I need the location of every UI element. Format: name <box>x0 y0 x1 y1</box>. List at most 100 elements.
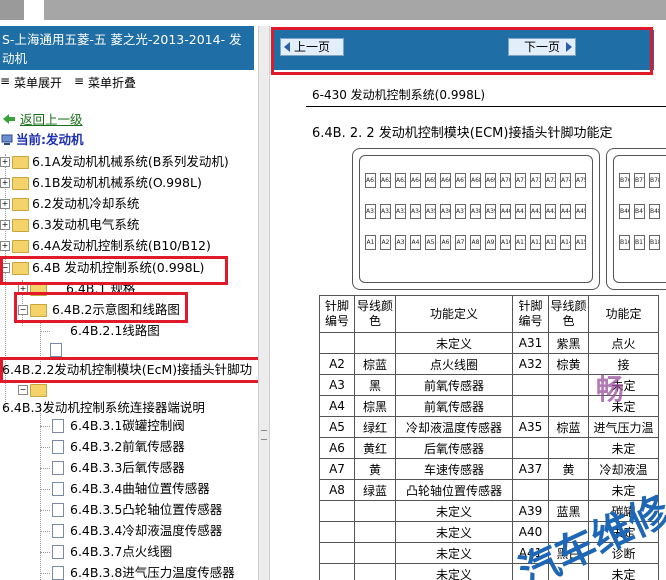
connector-pin: A11 <box>515 235 526 250</box>
table-cell: A7 <box>319 458 355 480</box>
back-link[interactable]: 返回上一级 <box>20 110 83 130</box>
table-cell: A39 <box>512 500 549 522</box>
menu-expand-button[interactable]: 菜单展开 <box>14 74 62 91</box>
expand-plus-icon[interactable]: + <box>0 241 10 251</box>
tree-item[interactable]: 6.4B.3发动机控制系统连接器端说明 <box>0 398 258 418</box>
tree-item[interactable]: + 6.3发动机电气系统 <box>0 215 258 235</box>
folder-icon <box>12 177 29 190</box>
connector-pin: A40 <box>500 204 511 219</box>
tree-item[interactable]: + 6.1A发动机机械系统(B系列发动机) <box>0 152 258 172</box>
table-cell: 黄 <box>548 458 589 480</box>
tree-item-label[interactable]: 6.4A发动机控制系统(B10/B12) <box>32 236 211 256</box>
table-cell: 棕蓝 <box>548 416 589 438</box>
table-cell: 冷却液温度传感器 <box>395 416 513 438</box>
connector-pin: B77 <box>634 173 645 188</box>
tree-item[interactable]: 6.4B.3.4冷却液温度传感器 <box>0 521 258 541</box>
document-icon <box>52 440 64 454</box>
navigation-pane: S-上海通用五菱-五 菱之光-2013-2014- 发动机 ≡ 菜单展开 ≡ 菜… <box>0 26 258 580</box>
connector-pin: A12 <box>530 235 541 250</box>
connector-pin: A45 <box>575 204 586 219</box>
expand-plus-icon[interactable]: + <box>0 220 10 230</box>
tree-item-label[interactable]: 6.3发动机电气系统 <box>32 215 139 235</box>
watermark-text: 畅 <box>596 373 625 406</box>
tree-item-label[interactable]: 6.2发动机冷却系统 <box>32 194 139 214</box>
connector-pin: A2 <box>380 235 391 250</box>
table-cell: 后氧传感器 <box>395 437 513 459</box>
connector-pin: A73 <box>545 173 556 188</box>
table-cell: A8 <box>319 479 355 501</box>
tree-item-label[interactable]: 6.1B发动机机械系统(O.998L) <box>32 173 202 193</box>
table-cell: 黄 <box>354 458 396 480</box>
connector-pin: A5 <box>425 235 436 250</box>
pane-splitter[interactable] <box>258 26 270 580</box>
folder-icon <box>12 198 29 211</box>
tree-item-label[interactable]: 6.4B.2.1线路图 <box>70 321 160 341</box>
connector-pin: A74 <box>560 173 571 188</box>
tree-item[interactable]: − <box>0 380 258 400</box>
table-header-row: 针脚编号 导线颜色 功能定义 针脚编号 导线颜色 功能定 <box>319 295 659 333</box>
tree-item[interactable]: 6.4B.3.8进气压力温度传感器 <box>0 563 258 580</box>
tree-item-label[interactable]: 6.4B.3发动机控制系统连接器端说明 <box>2 398 205 418</box>
table-cell: 未定义 <box>395 542 513 564</box>
menu-collapse-button[interactable]: 菜单折叠 <box>88 74 136 91</box>
table-cell: 未定义 <box>395 521 513 543</box>
connector-b-diagram: B76 B77 B78 B46 B47 B48 B16 B17 B18 <box>606 148 666 290</box>
tree-item-label[interactable]: 6.4B.3.4曲轴位置传感器 <box>70 479 210 499</box>
connector-pin: A14 <box>560 235 571 250</box>
tree-item[interactable]: 6.4B.3.2前氧传感器 <box>0 437 258 457</box>
table-cell: 点火线圈 <box>395 353 513 375</box>
connector-pin: B78 <box>649 173 660 188</box>
tree-line <box>40 331 50 332</box>
tree-item-label[interactable]: 6.4B.3.8进气压力温度传感器 <box>70 563 235 580</box>
tree-item-label[interactable]: 6.4B.3.5凸轮轴位置传感器 <box>70 500 222 520</box>
connector-pin: A44 <box>560 204 571 219</box>
connector-pin: B76 <box>619 173 630 188</box>
tree-item[interactable]: + 6.1B发动机机械系统(O.998L) <box>0 173 258 193</box>
tree-item-label[interactable]: 6.1A发动机机械系统(B系列发动机) <box>32 152 229 172</box>
tree-item[interactable]: 6.4B.3.3后氧传感器 <box>0 458 258 478</box>
table-cell <box>548 437 589 459</box>
tree-item[interactable]: 6.4B.3.5凸轮轴位置传感器 <box>0 500 258 520</box>
table-cell: 黑 <box>354 374 396 396</box>
table-cell: 绿蓝 <box>354 479 396 501</box>
table-cell: 未定义 <box>395 563 513 580</box>
table-cell: A35 <box>512 416 549 438</box>
expand-plus-icon[interactable]: + <box>0 178 10 188</box>
highlight-box <box>14 292 188 323</box>
connector-pin: A61 <box>365 173 376 188</box>
tree-item-label[interactable]: 6.4B.3.4冷却液温度传感器 <box>70 521 222 541</box>
tree-item-label[interactable]: 6.4B.3.3后氧传感器 <box>70 458 185 478</box>
table-row: A8 绿蓝 凸轮轴位置传感器 未定 <box>319 479 659 501</box>
tree-item[interactable]: 6.4B.3.4曲轴位置传感器 <box>0 479 258 499</box>
expand-plus-icon[interactable]: + <box>0 199 10 209</box>
connector-pin: A68 <box>470 173 481 188</box>
connector-pin: A64 <box>410 173 421 188</box>
table-cell: 黄红 <box>354 437 396 459</box>
tree-item[interactable]: + 6.2发动机冷却系统 <box>0 194 258 214</box>
connector-pin: A34 <box>410 204 421 219</box>
expand-icon: ≡ <box>0 74 11 88</box>
splitter-grip[interactable] <box>261 430 267 440</box>
col-header: 功能定义 <box>395 295 513 333</box>
connector-pin: A37 <box>455 204 466 219</box>
tree-item[interactable]: + 6.4A发动机控制系统(B10/B12) <box>0 236 258 256</box>
connector-pin: A70 <box>500 173 511 188</box>
col-header: 导线颜色 <box>548 295 589 333</box>
toolbar-icon[interactable] <box>28 3 40 16</box>
table-cell <box>512 437 549 459</box>
tree-item[interactable]: 6.4B.2.1线路图 <box>0 321 258 341</box>
collapse-minus-icon[interactable]: − <box>18 385 28 395</box>
collapse-icon: ≡ <box>74 74 85 88</box>
tree-item-label[interactable]: 6.4B.3.1碳罐控制阀 <box>70 416 185 436</box>
tree-item-label[interactable]: 6.4B.3.7点火线圈 <box>70 542 172 562</box>
document-icon <box>50 343 62 357</box>
connector-pin: A67 <box>455 173 466 188</box>
tree-item-label[interactable]: 6.4B.3.2前氧传感器 <box>70 437 185 457</box>
expand-plus-icon[interactable]: + <box>0 157 10 167</box>
connector-pin: A41 <box>515 204 526 219</box>
table-cell <box>354 521 396 543</box>
tree-item[interactable]: 6.4B.3.1碳罐控制阀 <box>0 416 258 436</box>
tree-item[interactable]: 6.4B.3.7点火线圈 <box>0 542 258 562</box>
table-cell: 进气压力温 <box>588 416 659 438</box>
page-header: 6-430 发动机控制系统(0.998L) <box>312 88 486 102</box>
